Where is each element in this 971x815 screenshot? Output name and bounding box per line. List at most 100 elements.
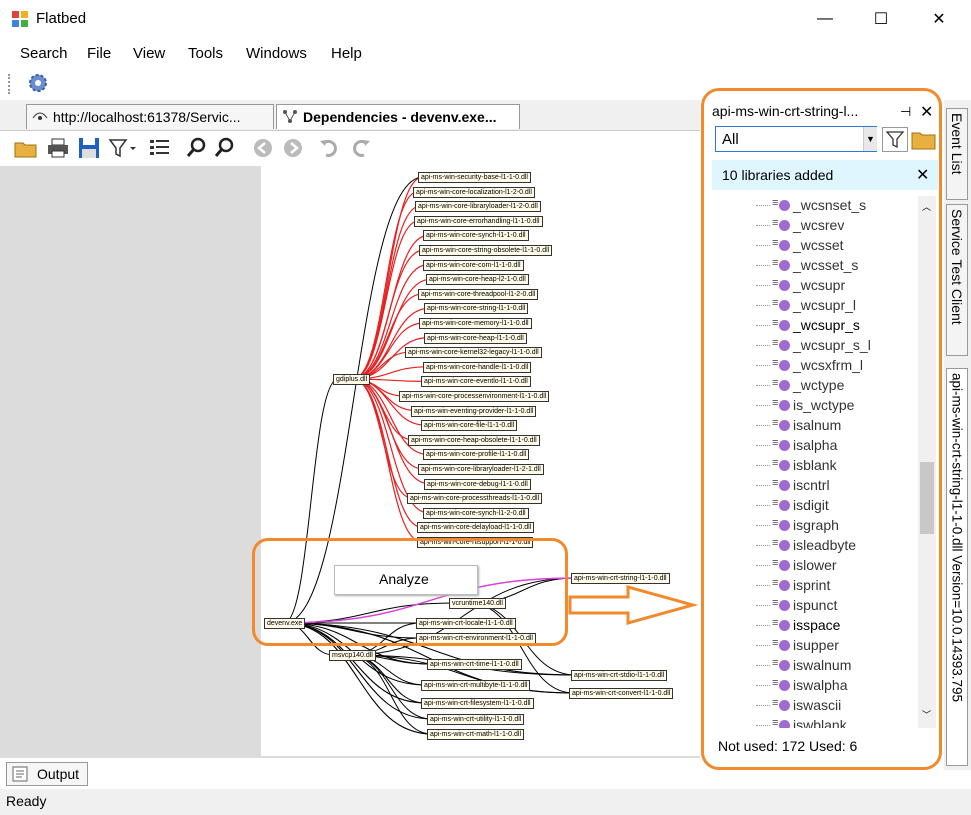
graph-node[interactable]: api-ms-win-crt-string-l1-1-0.dll xyxy=(571,573,670,584)
zoom-out-icon[interactable] xyxy=(214,137,236,159)
export-tree[interactable]: ≡ _wcsnset_s ≡ _wcsrev ≡ _wcsset ≡ _wcsset_s ≡ _w… xyxy=(712,196,938,728)
graph-node[interactable]: api-ms-win-core-synch-l1-1-0.dll xyxy=(423,230,529,242)
back-icon[interactable] xyxy=(252,137,274,159)
graph-node[interactable]: api-ms-win-eventing-provider-l1-1-0.dll xyxy=(411,405,537,417)
menu-file[interactable]: File xyxy=(87,45,111,62)
tree-item[interactable]: ≡ _wcsset xyxy=(712,236,917,256)
list-view-icon[interactable] xyxy=(148,137,172,159)
scroll-up-icon[interactable]: ︿ xyxy=(922,200,931,213)
tree-item[interactable]: ≡ isprint xyxy=(712,576,917,596)
tree-item[interactable]: ≡ is_wctype xyxy=(712,396,917,416)
tree-item[interactable]: ≡ isalnum xyxy=(712,416,917,436)
chevron-down-icon[interactable]: ▼ xyxy=(863,127,877,151)
library-filter-select[interactable]: All xyxy=(715,126,877,152)
graph-node[interactable]: api-ms-win-core-processenvironment-l1-1-… xyxy=(399,391,550,402)
graph-node[interactable]: api-ms-win-core-delayload-l1-1-0.dll xyxy=(417,522,535,534)
tree-item[interactable]: ≡ isgraph xyxy=(712,516,917,536)
tree-item[interactable]: ≡ iswascii xyxy=(712,696,917,716)
tab-dependencies[interactable]: Dependencies - devenv.exe... xyxy=(276,104,520,129)
tree-scrollbar[interactable]: ︿ ﹀ xyxy=(918,196,936,728)
graph-node[interactable]: api-ms-win-core-string-l1-1-0.dll xyxy=(424,303,529,315)
tab-event-list[interactable]: Event List xyxy=(946,108,968,200)
tree-item[interactable]: ≡ isleadbyte xyxy=(712,536,917,556)
scroll-down-icon[interactable]: ﹀ xyxy=(922,708,931,721)
tree-item[interactable]: ≡ _wcsupr_s_l xyxy=(712,336,917,356)
redo-icon[interactable] xyxy=(350,137,372,159)
graph-node[interactable]: api-ms-win-core-handle-l1-1-0.dll xyxy=(423,361,532,373)
tree-item[interactable]: ≡ _wcsnset_s xyxy=(712,196,917,216)
gear-icon[interactable] xyxy=(27,72,49,94)
graph-node[interactable]: gdiplus.dll xyxy=(333,374,371,385)
graph-node[interactable]: api-ms-win-core-synch-l1-2-0.dll xyxy=(423,507,529,519)
zoom-in-icon[interactable] xyxy=(186,137,208,159)
menu-windows[interactable]: Windows xyxy=(246,45,307,62)
menu-search[interactable]: Search xyxy=(20,45,68,62)
menu-help[interactable]: Help xyxy=(331,45,362,62)
save-icon[interactable] xyxy=(77,137,101,159)
tree-item[interactable]: ≡ isalpha xyxy=(712,436,917,456)
tree-item[interactable]: ≡ _wcsupr xyxy=(712,276,917,296)
graph-node[interactable]: api-ms-win-core-heap-obsolete-l1-1-0.dll xyxy=(408,434,540,446)
tree-item[interactable]: ≡ isdigit xyxy=(712,496,917,516)
open-folder-icon[interactable] xyxy=(911,127,937,151)
tree-item[interactable]: ≡ iswblank xyxy=(712,716,917,728)
tree-item[interactable]: ≡ isupper xyxy=(712,636,917,656)
dependency-graph[interactable]: api-ms-win-security-base-l1-1-0.dll api-m… xyxy=(261,166,700,756)
notification-close-icon[interactable]: ✕ xyxy=(916,165,929,185)
tree-item[interactable]: ≡ _wcsupr_l xyxy=(712,296,917,316)
tree-item[interactable]: ≡ _wcsrev xyxy=(712,216,917,236)
minimize-button[interactable]: — xyxy=(802,0,848,38)
graph-node[interactable]: api-ms-win-crt-utility-l1-1-0.dll xyxy=(427,714,525,725)
graph-node[interactable]: api-ms-win-core-eventlo-l1-1-0.dll xyxy=(421,376,531,388)
graph-node[interactable]: api-ms-win-core-heap-l1-1-0.dll xyxy=(424,332,527,344)
graph-node[interactable]: api-ms-win-core-errorhandling-l1-1-0.dll xyxy=(414,215,543,227)
graph-node[interactable]: api-ms-win-core-processthreads-l1-1-0.dl… xyxy=(407,493,543,505)
panel-close-icon[interactable]: ✕ xyxy=(920,102,933,122)
tree-item[interactable]: ≡ isblank xyxy=(712,456,917,476)
tree-item[interactable]: ≡ isspace xyxy=(712,616,917,636)
graph-node[interactable]: api-ms-win-core-string-obsolete-l1-1-0.d… xyxy=(419,245,553,256)
graph-node[interactable]: api-ms-win-core-heap-l2-1-0.dll xyxy=(426,274,529,286)
close-button[interactable]: ✕ xyxy=(916,0,962,38)
tree-item[interactable]: ≡ _wcsset_s xyxy=(712,256,917,276)
maximize-button[interactable]: ☐ xyxy=(858,0,904,38)
graph-node[interactable]: api-ms-win-crt-time-l1-1-0.dll xyxy=(427,659,522,670)
tree-item[interactable]: ≡ ispunct xyxy=(712,596,917,616)
pin-icon[interactable]: ⊣ xyxy=(900,104,911,120)
graph-node[interactable]: api-ms-win-core-memory-l1-1-0.dll xyxy=(419,318,532,329)
graph-node[interactable]: api-ms-win-core-kernel32-legacy-l1-1-0.d… xyxy=(405,347,542,359)
graph-node[interactable]: api-ms-win-core-threadpool-l1-2-0.dll xyxy=(418,288,539,300)
scroll-thumb[interactable] xyxy=(920,462,934,534)
tree-item[interactable]: ≡ iswalpha xyxy=(712,676,917,696)
tree-item[interactable]: ≡ islower xyxy=(712,556,917,576)
tree-item[interactable]: ≡ _wcsxfrm_l xyxy=(712,356,917,376)
tab-service-test-client[interactable]: Service Test Client xyxy=(946,204,968,356)
tree-item[interactable]: ≡ iswalnum xyxy=(712,656,917,676)
tree-item[interactable]: ≡ _wcsupr_s xyxy=(712,316,917,336)
filter-icon[interactable] xyxy=(882,127,908,152)
open-folder-icon[interactable] xyxy=(14,137,38,159)
menu-tools[interactable]: Tools xyxy=(188,45,223,62)
filter-dropdown-icon[interactable] xyxy=(108,137,140,159)
graph-node[interactable]: api-ms-win-crt-convert-l1-1-0.dll xyxy=(569,688,674,699)
forward-icon[interactable] xyxy=(282,137,304,159)
graph-node[interactable]: api-ms-win-core-libraryloader-l1-2-1.dll xyxy=(418,464,544,475)
graph-node[interactable]: api-ms-win-crt-stdio-l1-1-0.dll xyxy=(571,670,668,681)
graph-node[interactable]: msvcp140.dll xyxy=(329,650,376,661)
graph-node[interactable]: api-ms-win-core-file-l1-1-0.dll xyxy=(421,420,518,432)
graph-node[interactable]: api-ms-win-core-debug-l1-1-0.dll xyxy=(424,478,531,490)
tab-service-url[interactable]: http://localhost:61378/Servic... xyxy=(26,104,274,129)
graph-node[interactable]: api-ms-win-crt-filesystem-l1-1-0.dll xyxy=(421,698,534,709)
toolbar-grip[interactable] xyxy=(8,74,12,94)
print-icon[interactable] xyxy=(46,137,70,159)
graph-node[interactable]: api-ms-win-crt-multibyte-l1-1-0.dll xyxy=(421,680,531,691)
tab-library[interactable]: api-ms-win-crt-string-l1-1-0.dll Version… xyxy=(946,368,968,766)
menu-view[interactable]: View xyxy=(133,45,165,62)
graph-node[interactable]: api-ms-win-security-base-l1-1-0.dll xyxy=(418,172,531,183)
graph-node[interactable]: api-ms-win-core-com-l1-1-0.dll xyxy=(423,259,524,271)
graph-node[interactable]: api-ms-win-core-localization-l1-2-0.dll xyxy=(413,186,535,198)
graph-node[interactable]: api-ms-win-core-profile-l1-1-0.dll xyxy=(423,449,530,461)
tree-item[interactable]: ≡ _wctype xyxy=(712,376,917,396)
tree-item[interactable]: ≡ iscntrl xyxy=(712,476,917,496)
graph-node[interactable]: api-ms-win-core-libraryloader-l1-2-0.dll xyxy=(415,201,541,213)
